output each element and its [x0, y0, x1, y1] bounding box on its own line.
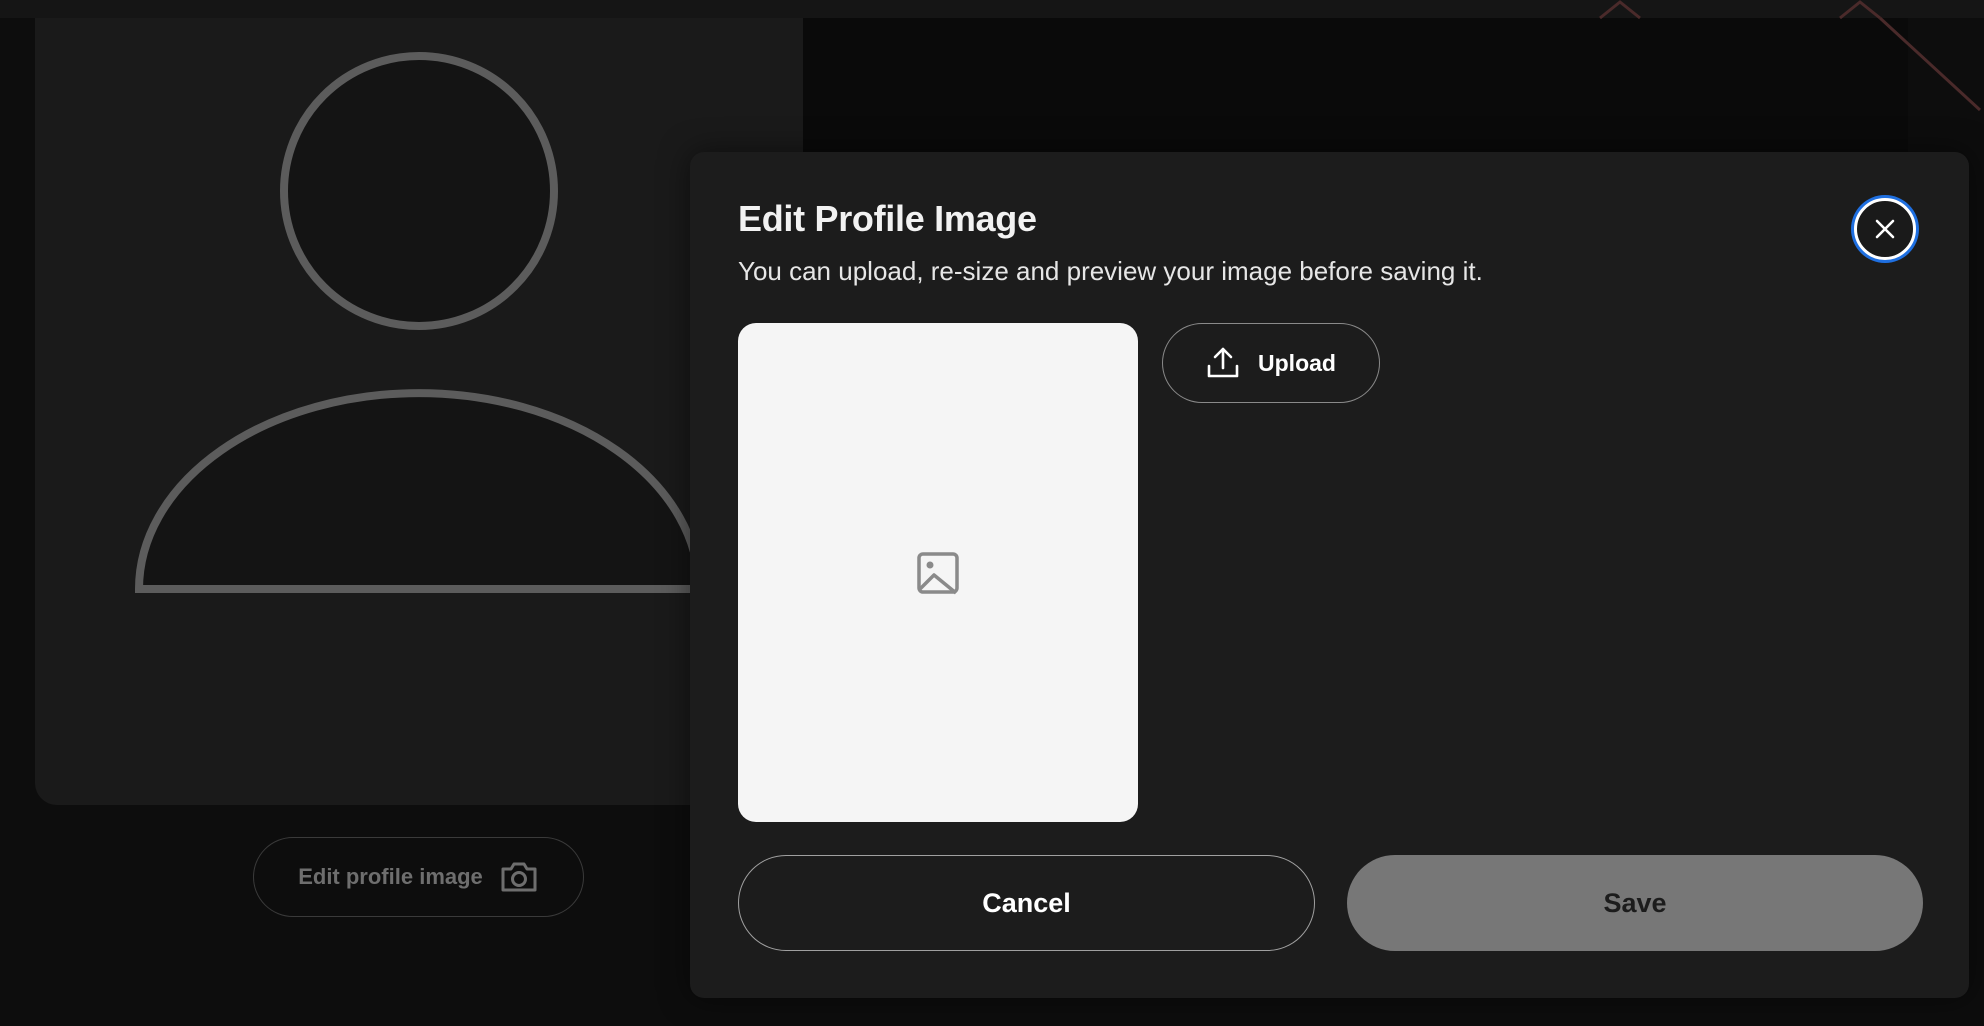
cancel-button[interactable]: Cancel: [738, 855, 1315, 951]
page: Edit profile image Edit Profile Image Yo…: [0, 0, 1984, 1026]
cancel-label: Cancel: [982, 887, 1071, 918]
upload-label: Upload: [1258, 349, 1336, 376]
modal-title: Edit Profile Image: [738, 198, 1037, 239]
user-placeholder-icon: [134, 52, 704, 593]
upload-button[interactable]: Upload: [1162, 323, 1380, 403]
modal-subtitle: You can upload, re-size and preview your…: [738, 256, 1483, 286]
close-icon: [1875, 219, 1895, 239]
edit-profile-image-label: Edit profile image: [298, 864, 483, 889]
save-label: Save: [1603, 887, 1667, 918]
image-preview: [738, 323, 1138, 822]
avatar-card: [35, 18, 803, 805]
upload-icon: [1206, 346, 1240, 380]
edit-profile-image-button[interactable]: Edit profile image: [253, 837, 584, 917]
edit-profile-image-modal: Edit Profile Image You can upload, re-si…: [690, 152, 1969, 998]
camera-icon: [499, 860, 539, 894]
image-placeholder-icon: [917, 551, 959, 594]
close-button[interactable]: [1854, 198, 1916, 260]
save-button[interactable]: Save: [1347, 855, 1923, 951]
